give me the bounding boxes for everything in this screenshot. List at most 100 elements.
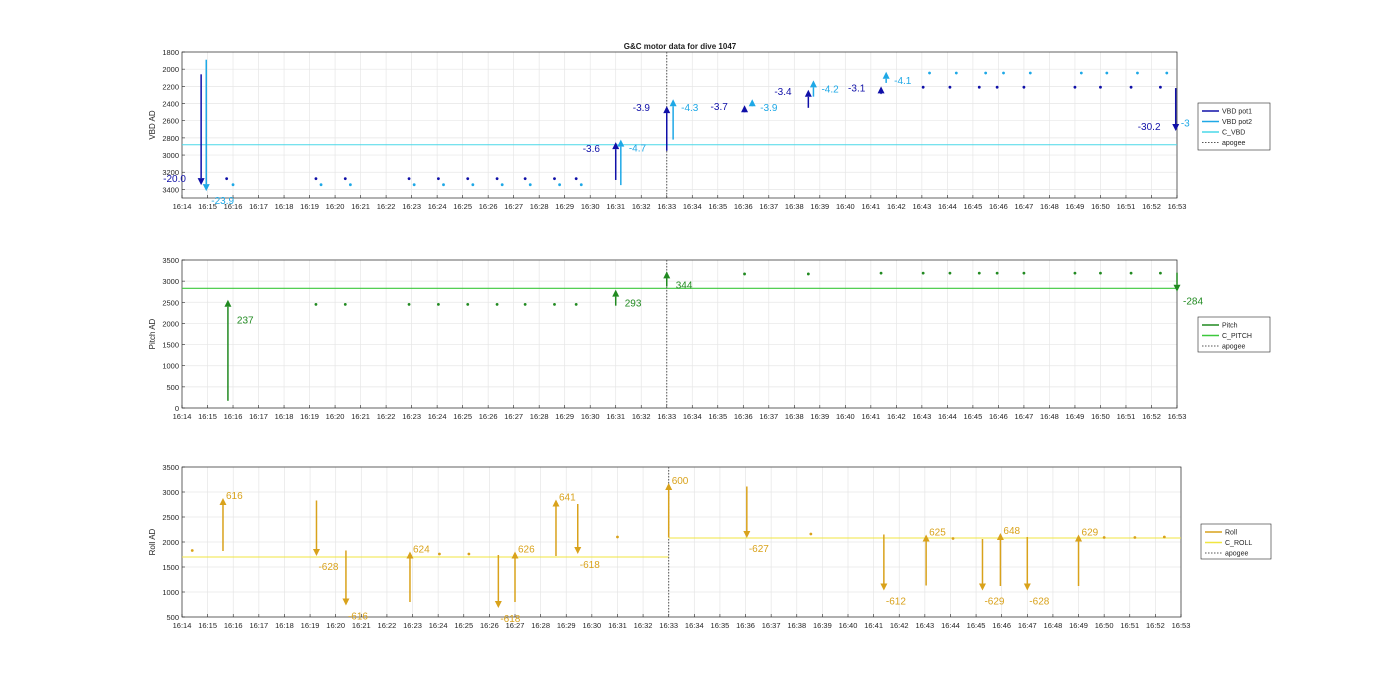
x-tick-label: 16:23 [403,621,422,630]
pitch-point [314,303,318,306]
x-tick-label: 16:43 [915,621,934,630]
y-tick-label: 3000 [162,277,179,286]
x-tick-label: 16:22 [377,202,396,211]
x-tick-label: 16:30 [581,412,600,421]
x-tick-label: 16:33 [657,412,676,421]
x-tick-label: 16:39 [813,621,832,630]
x-tick-label: 16:53 [1168,202,1187,211]
legend-entry: Roll [1225,530,1238,537]
panel-vbd-ad: 16:14 16:15 16:16 16:17 16:18 16:19 16:20 16:21… [148,48,1271,211]
pitch-point [995,271,999,275]
legend-entry: apogee [1225,551,1248,558]
x-tick-label: 16:46 [992,621,1011,630]
x-tick-label: 16:42 [887,202,906,211]
vbd-pot1-point [225,177,229,181]
y-tick-label: 2500 [162,298,179,307]
vbd-pot1-point [574,177,578,181]
roll-point [1102,536,1106,539]
figure: G&C motor data for dive 1047 16:14 16:15 1… [148,42,1272,630]
y-tick-label: 2500 [162,513,179,522]
vbd-pot2-arrow-label: -4.7 [629,144,647,155]
vbd-pot1-point [1159,85,1162,89]
legend: Roll C_ROLLapogee [1200,523,1272,560]
x-tick-label: 16:38 [785,412,804,421]
pitch-arrow-label: 344 [676,280,693,291]
y-tick-label: 2600 [162,117,179,126]
x-tick-label: 16:38 [787,621,806,630]
x-tick-label: 16:26 [479,202,498,211]
x-tick-label: 16:44 [941,621,960,630]
x-tick-label: 16:30 [582,621,601,630]
x-tick-label: 16:37 [759,412,778,421]
x-tick-label: 16:25 [454,621,473,630]
y-tick-label: 3500 [162,463,179,472]
x-tick-label: 16:21 [351,412,370,421]
x-tick-label: 16:17 [249,621,268,630]
roll-arrow-label: 616 [226,491,243,502]
roll-arrow-label: 648 [1003,526,1020,537]
pitch-arrow-label: 293 [625,299,642,310]
x-tick-label: 16:24 [428,202,447,211]
x-tick-label: 16:17 [249,202,268,211]
vbd-pot2-point [954,71,958,75]
x-tick-label: 16:20 [326,202,345,211]
legend-entry: apogee [1222,344,1245,351]
x-tick-label: 16:29 [555,202,574,211]
figure-title: G&C motor data for dive 1047 [624,42,737,51]
y-tick-label: 1500 [162,341,179,350]
vbd-pot1-point [1022,85,1026,89]
x-tick-label: 16:32 [632,412,651,421]
pitch-point [806,272,810,276]
x-tick-label: 16:19 [300,412,319,421]
vbd-pot2-point [1165,71,1169,75]
x-tick-label: 16:45 [967,621,986,630]
roll-arrow-label: 629 [1082,528,1099,539]
y-tick-label: 3400 [162,185,179,194]
vbd-pot2-point [348,183,352,187]
pitch-arrow-label: 237 [237,316,254,327]
x-tick-label: 16:35 [708,202,727,211]
x-tick-label: 16:41 [864,621,883,630]
x-tick-label: 16:49 [1069,621,1088,630]
x-tick-label: 16:32 [632,202,651,211]
vbd-pot1-point [466,177,470,181]
vbd-pot2-point [1028,71,1032,75]
x-tick-label: 16:36 [734,412,753,421]
x-tick-label: 16:22 [378,621,397,630]
pitch-point [1073,271,1077,275]
pitch-point [977,271,981,275]
pitch-point [1159,271,1162,275]
vbd-pot1-point [495,177,499,181]
vbd-pot1-point [1099,85,1102,89]
vbd-pot1-point [314,177,318,181]
x-tick-label: 16:18 [275,621,294,630]
pitch-point [407,303,411,306]
roll-arrow-label: -629 [984,597,1004,608]
vbd-pot1-point [977,85,981,89]
vbd-pot2-arrow-label: -4.2 [821,84,839,95]
x-tick-label: 16:39 [810,412,829,421]
pitch-arrow-label: -284 [1183,297,1203,308]
x-tick-label: 16:50 [1091,202,1110,211]
y-tick-label: 2000 [162,538,179,547]
vbd-pot2-point [528,183,532,187]
vbd-pot1-arrow-label: -3.1 [848,83,866,94]
x-tick-label: 16:39 [810,202,829,211]
x-tick-label: 16:14 [173,621,192,630]
x-tick-label: 16:37 [759,202,778,211]
x-tick-label: 16:46 [989,412,1008,421]
x-tick-label: 16:25 [453,412,472,421]
x-tick-label: 16:51 [1117,202,1136,211]
roll-arrow-label: -612 [886,597,906,608]
x-tick-label: 16:49 [1066,412,1085,421]
roll-arrow-label: 641 [559,493,576,504]
x-tick-label: 16:43 [912,202,931,211]
roll-point [438,552,441,556]
x-tick-label: 16:48 [1044,621,1063,630]
legend: Pitch C_PITCHapogee [1197,316,1271,353]
x-tick-label: 16:51 [1117,412,1136,421]
x-tick-label: 16:18 [275,202,294,211]
x-tick-label: 16:29 [557,621,576,630]
x-tick-label: 16:20 [326,621,345,630]
x-tick-label: 16:47 [1015,412,1034,421]
